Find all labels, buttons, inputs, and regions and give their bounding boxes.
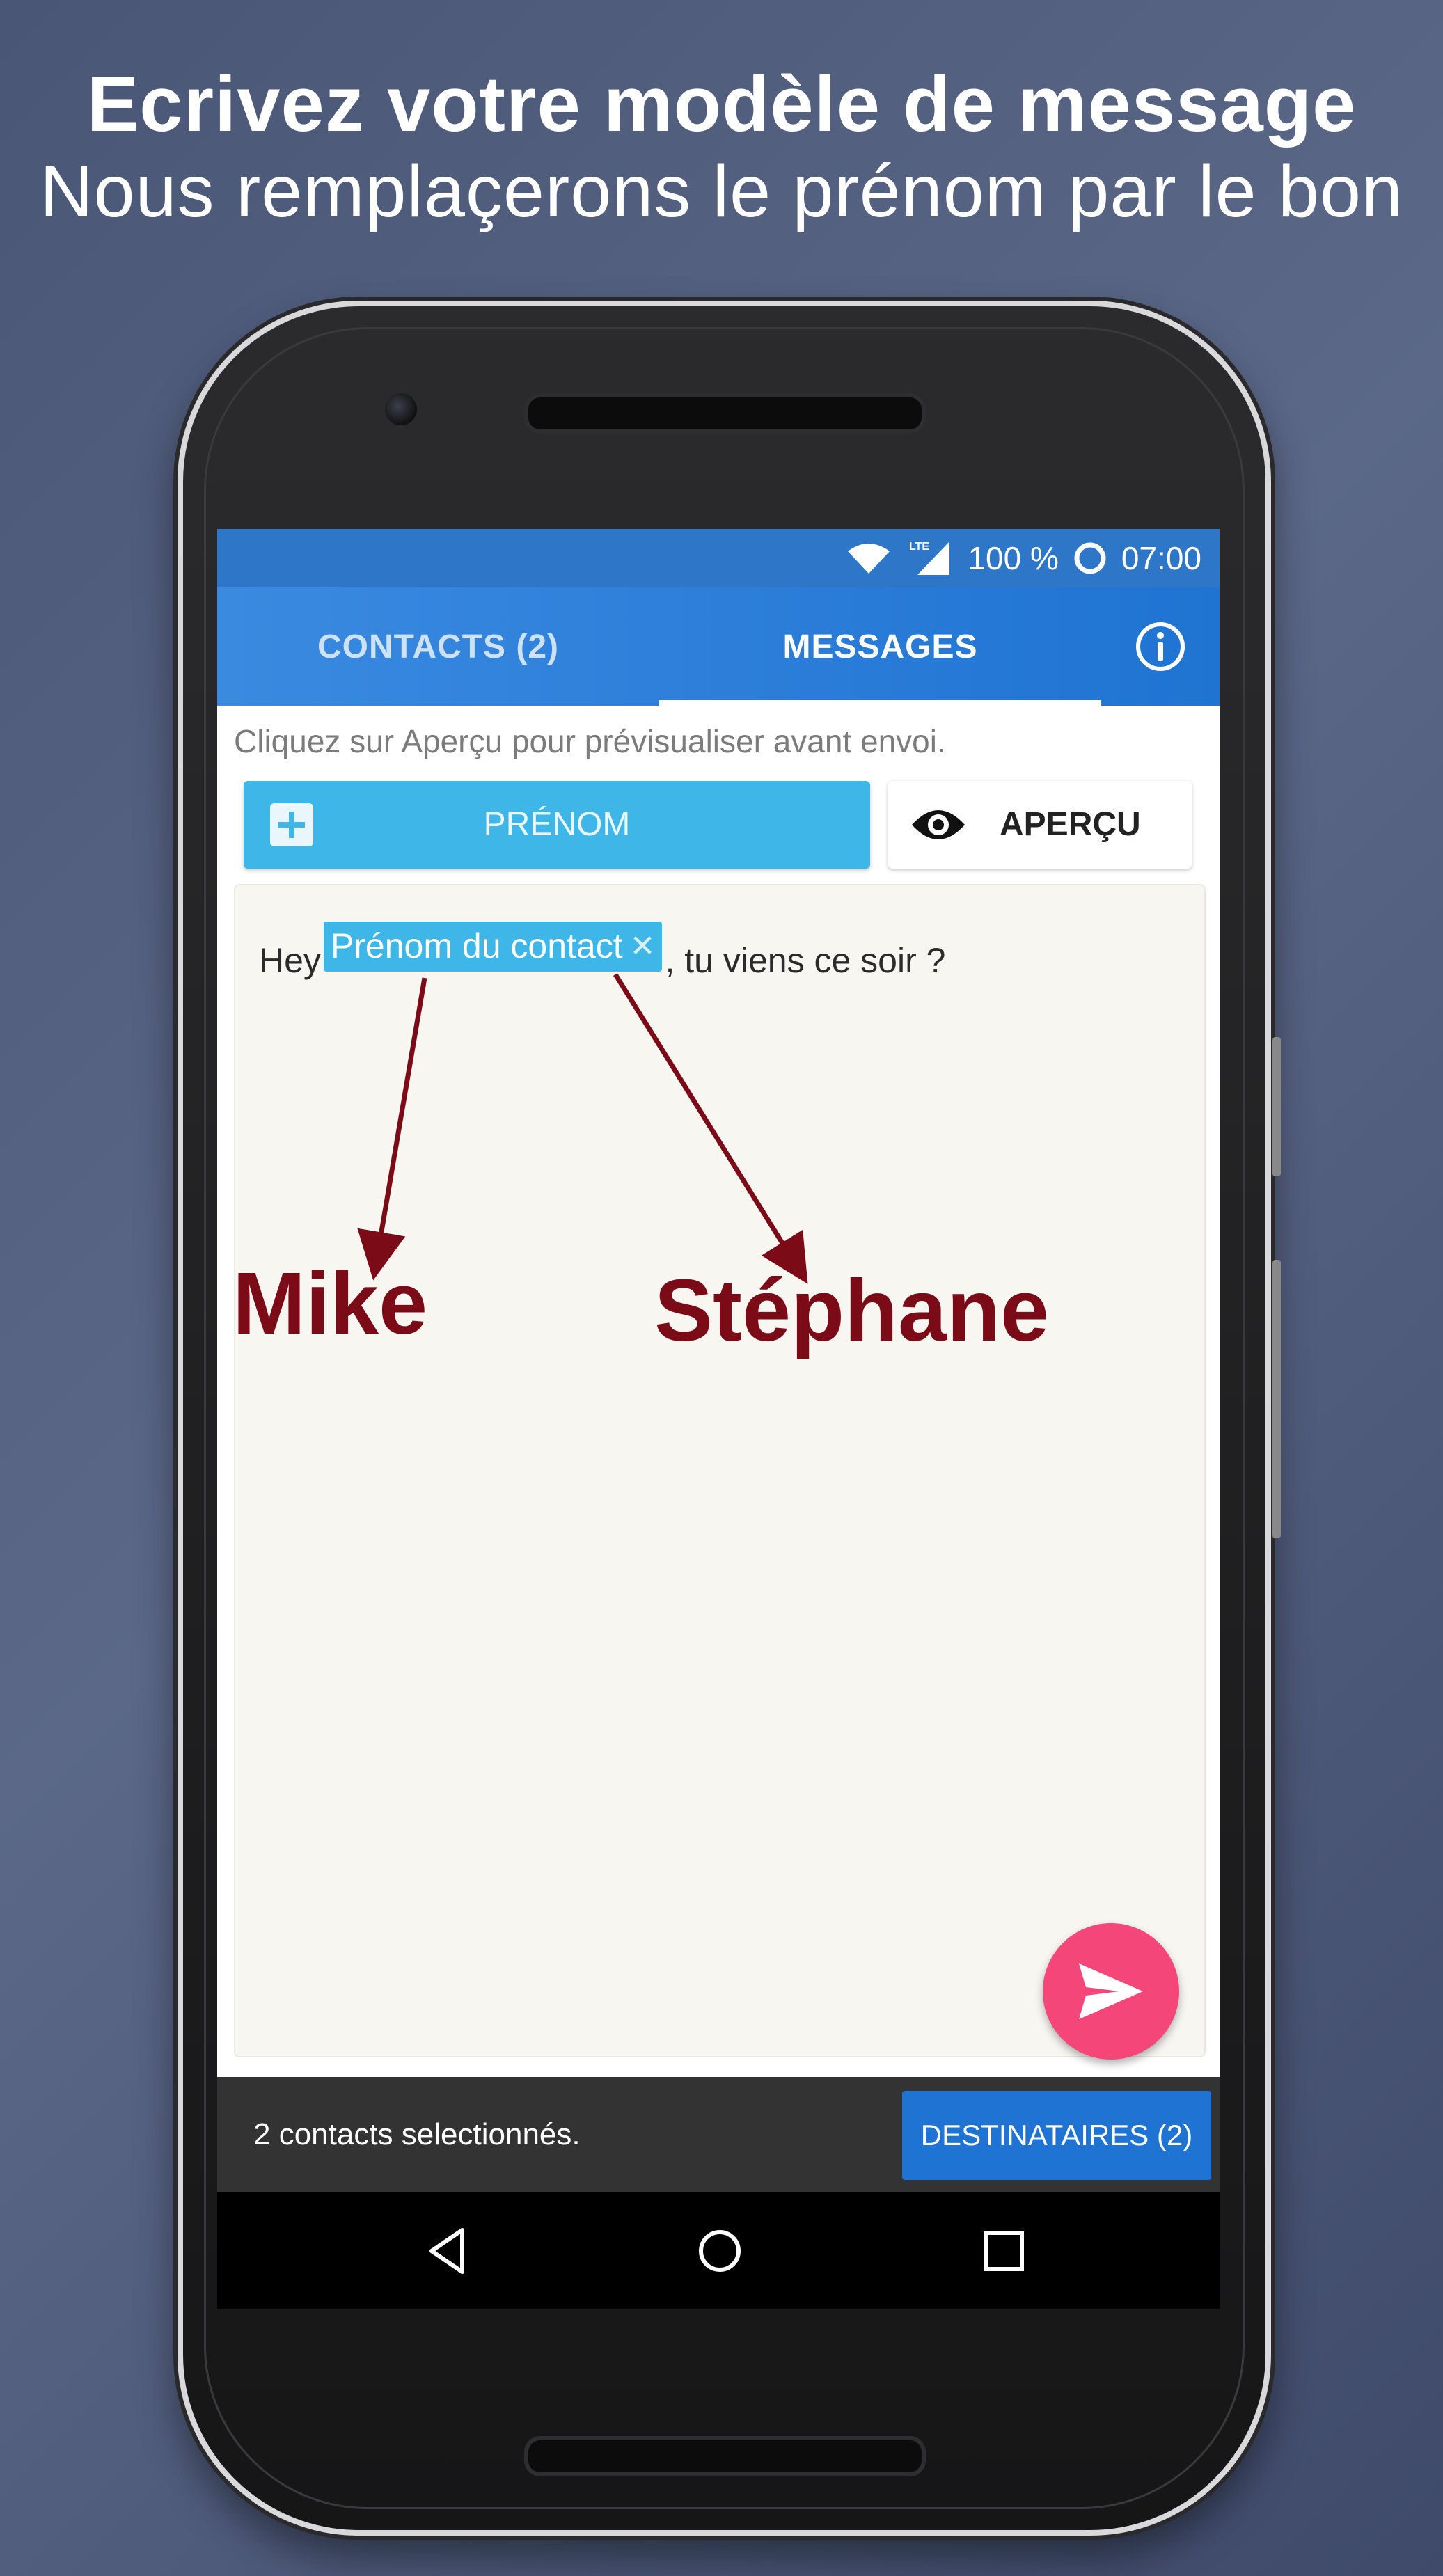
system-nav-bar xyxy=(217,2192,1220,2309)
wifi-icon xyxy=(848,544,890,574)
send-icon xyxy=(1079,1963,1143,2019)
message-editor[interactable]: Hey Prénom du contact ✕ , tu viens ce so… xyxy=(234,884,1206,2057)
selected-count-text: 2 contacts selectionnés. xyxy=(253,2117,581,2151)
message-prefix: Hey xyxy=(259,941,321,980)
bottom-bar: 2 contacts selectionnés. DESTINATAIRES (… xyxy=(217,2077,1220,2192)
status-bar: LTE 100 % 07:00 xyxy=(217,529,1220,587)
eye-icon xyxy=(912,810,965,839)
clock-text: 07:00 xyxy=(1121,540,1201,576)
battery-icon xyxy=(1074,542,1106,574)
annotation-mike: Mike xyxy=(232,1254,428,1352)
firstname-chip-label: Prénom du contact xyxy=(330,926,623,965)
message-text: Hey Prénom du contact ✕ , tu viens ce so… xyxy=(259,922,946,986)
preview-button[interactable]: APERÇU xyxy=(888,781,1192,869)
tab-messages[interactable]: MESSAGES xyxy=(659,587,1101,706)
volume-button xyxy=(1272,1260,1281,1538)
insert-firstname-button[interactable]: PRÉNOM xyxy=(244,781,870,869)
preview-hint: Cliquez sur Aperçu pour prévisualiser av… xyxy=(234,723,946,759)
tab-indicator xyxy=(659,700,1101,706)
preview-label: APERÇU xyxy=(1000,806,1141,843)
back-icon[interactable] xyxy=(419,2223,475,2279)
insert-firstname-label: PRÉNOM xyxy=(483,806,631,843)
tab-contacts[interactable]: CONTACTS (2) xyxy=(217,587,659,706)
top-speaker xyxy=(524,393,926,434)
headline-title: Ecrivez votre modèle de message xyxy=(86,61,1357,148)
annotation-stephane: Stéphane xyxy=(654,1261,1050,1359)
firstname-chip[interactable]: Prénom du contact ✕ xyxy=(323,922,663,972)
info-icon[interactable] xyxy=(1135,621,1186,672)
close-icon[interactable]: ✕ xyxy=(630,929,656,964)
bottom-speaker xyxy=(524,2436,926,2476)
power-button xyxy=(1272,1037,1281,1176)
lte-signal-icon: LTE xyxy=(909,541,950,575)
recents-icon[interactable] xyxy=(976,2223,1032,2279)
tab-bar: CONTACTS (2) MESSAGES xyxy=(217,587,1220,706)
recipients-button[interactable]: DESTINATAIRES (2) xyxy=(902,2091,1211,2180)
home-icon[interactable] xyxy=(692,2223,748,2279)
app-screen: LTE 100 % 07:00 CONTACTS (2) MESSAGES Cl… xyxy=(217,529,1220,2309)
headline-subtitle: Nous remplaçerons le prénom par le bon xyxy=(40,150,1403,232)
front-camera xyxy=(385,393,417,425)
battery-text: 100 % xyxy=(968,540,1059,576)
lte-label: LTE xyxy=(909,541,929,553)
send-button[interactable] xyxy=(1043,1923,1179,2060)
message-suffix: , tu viens ce soir ? xyxy=(665,941,946,980)
